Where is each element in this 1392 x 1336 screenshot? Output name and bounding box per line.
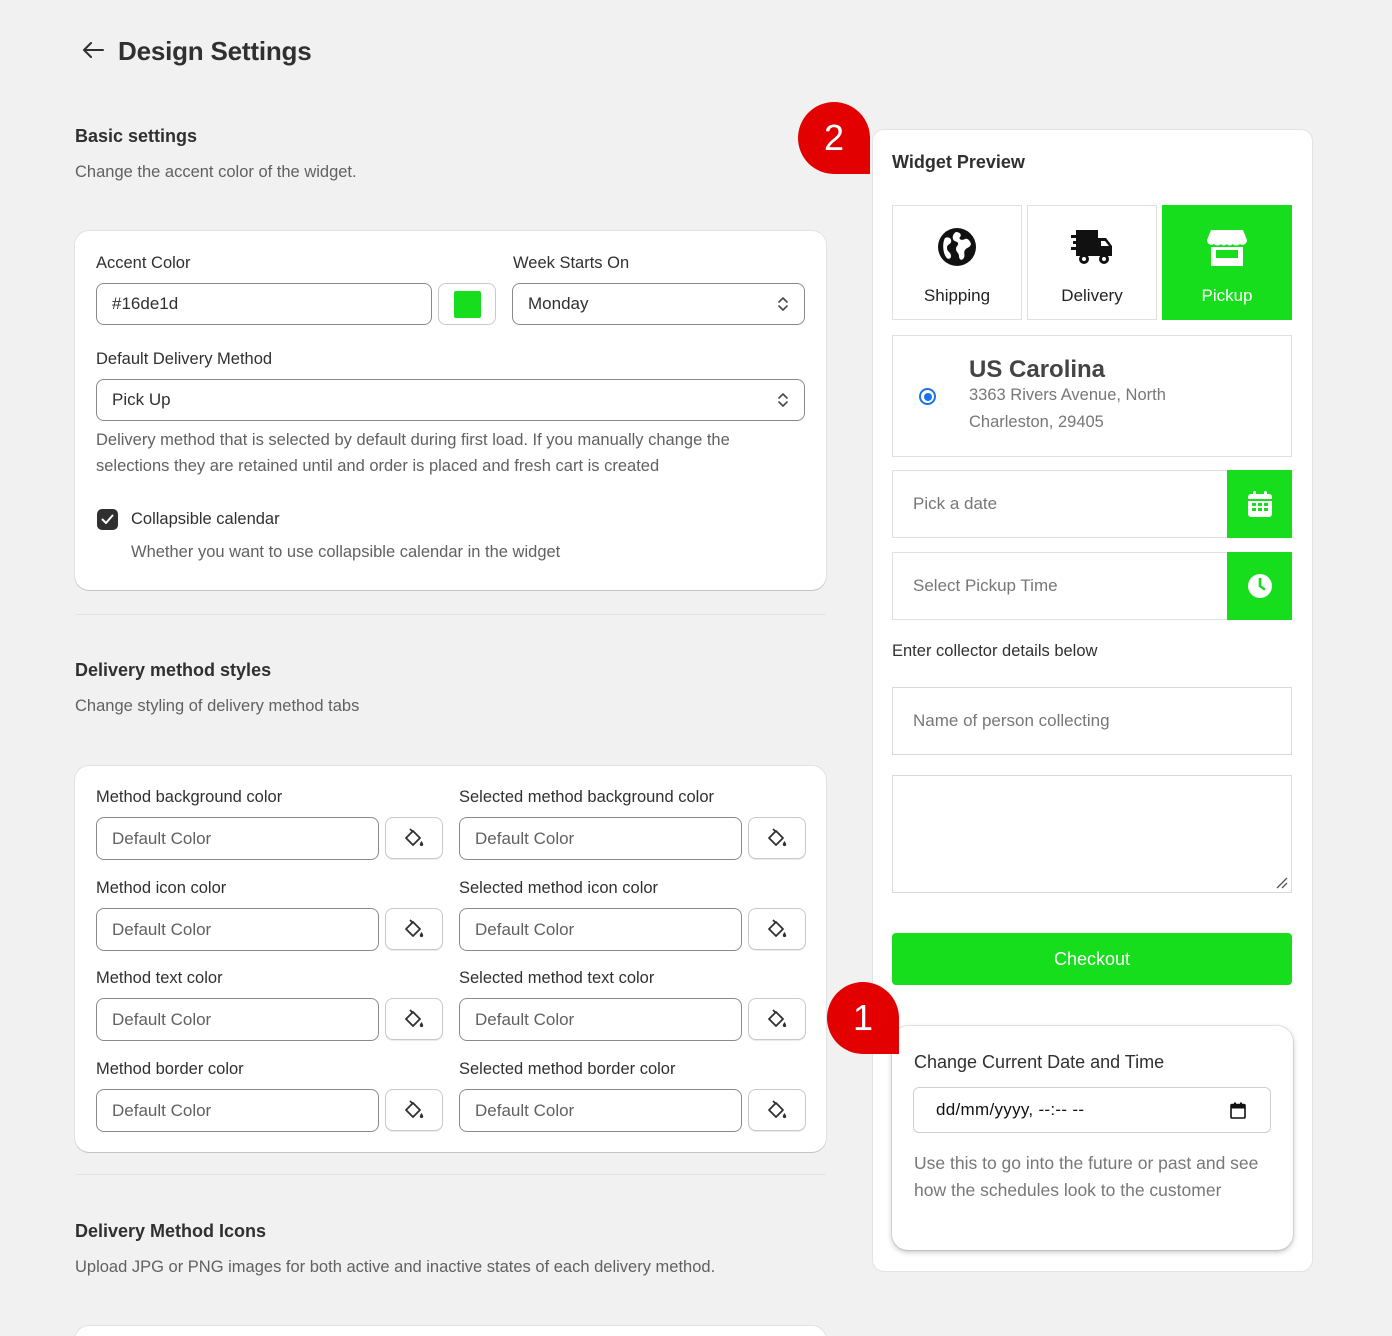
default-method-value: Pick Up (112, 390, 171, 409)
collapsible-calendar-label: Collapsible calendar (131, 510, 280, 528)
location-name: US Carolina (969, 356, 1106, 383)
collector-notes-textarea[interactable] (892, 775, 1292, 893)
change-datetime-title: Change Current Date and Time (914, 1052, 1165, 1072)
tab-delivery-label: Delivery (1061, 286, 1123, 305)
paint-bucket-icon (768, 828, 787, 847)
method-bg-color-picker-button[interactable] (385, 817, 443, 859)
calendar-icon[interactable] (1230, 1102, 1246, 1119)
selected-method-icon-color-input[interactable]: Default Color (459, 908, 742, 951)
selected-method-text-color-input[interactable]: Default Color (459, 998, 742, 1041)
paint-bucket-icon (405, 1009, 424, 1028)
delivery-styles-title: Delivery method styles (75, 660, 272, 680)
clock-button[interactable] (1227, 552, 1292, 620)
tab-delivery[interactable]: Delivery (1027, 205, 1157, 320)
paint-bucket-icon (405, 919, 424, 938)
selected-method-text-color-picker-button[interactable] (748, 998, 806, 1040)
truck-icon (1070, 226, 1114, 268)
selected-method-bg-color-label: Selected method background color (459, 788, 714, 806)
week-starts-select[interactable]: Monday (512, 283, 805, 325)
method-icon-color-label: Method icon color (96, 879, 227, 897)
selected-method-bg-color-input[interactable]: Default Color (459, 817, 742, 860)
location-address: 3363 Rivers Avenue, North Charleston, 29… (969, 386, 1166, 431)
section-divider (75, 614, 826, 615)
selected-method-border-color-input[interactable]: Default Color (459, 1089, 742, 1132)
collector-name-placeholder: Name of person collecting (913, 711, 1110, 730)
delivery-styles-description: Change styling of delivery method tabs (75, 697, 360, 715)
date-placeholder: Pick a date (913, 494, 998, 513)
method-icon-color-input[interactable]: Default Color (96, 908, 379, 951)
accent-color-swatch-button[interactable] (438, 283, 496, 325)
select-chevron-icon (778, 297, 788, 311)
method-text-color-input[interactable]: Default Color (96, 998, 379, 1041)
selected-method-border-color-picker-button[interactable] (748, 1089, 806, 1131)
method-border-color-picker-button[interactable] (385, 1089, 443, 1131)
paint-bucket-icon (768, 1100, 787, 1119)
paint-bucket-icon (768, 1009, 787, 1028)
selected-method-icon-color-picker-button[interactable] (748, 908, 806, 950)
section-divider (75, 1174, 826, 1175)
selected-method-icon-color-label: Selected method icon color (459, 879, 659, 897)
tab-shipping-label: Shipping (923, 286, 991, 305)
method-icons-card (75, 1326, 826, 1336)
week-starts-value: Monday (528, 294, 589, 313)
paint-bucket-icon (768, 919, 787, 938)
calendar-button[interactable] (1227, 470, 1292, 538)
page-title: Design Settings (118, 36, 312, 66)
globe-icon (936, 226, 978, 268)
basic-settings-title: Basic settings (75, 126, 198, 146)
default-method-select[interactable]: Pick Up (96, 379, 805, 421)
default-method-help: Delivery method that is selected by defa… (96, 431, 730, 475)
time-placeholder: Select Pickup Time (913, 576, 1058, 595)
method-icon-color-picker-button[interactable] (385, 908, 443, 950)
change-datetime-help: Use this to go into the future or past a… (914, 1153, 1259, 1200)
tab-pickup[interactable]: Pickup (1162, 205, 1292, 320)
paint-bucket-icon (405, 1100, 424, 1119)
tab-shipping[interactable]: Shipping (892, 205, 1022, 320)
badge-2-number: 2 (823, 117, 845, 158)
method-border-color-label: Method border color (96, 1060, 244, 1078)
paint-bucket-icon (405, 828, 424, 847)
method-icons-description: Upload JPG or PNG images for both active… (75, 1258, 716, 1276)
annotation-badge-1: 1 (827, 982, 899, 1054)
method-icons-title: Delivery Method Icons (75, 1221, 267, 1241)
selected-method-border-color-label: Selected method border color (459, 1060, 676, 1078)
checkout-button[interactable]: Checkout (892, 933, 1292, 985)
method-bg-color-label: Method background color (96, 788, 283, 806)
badge-1-number: 1 (852, 997, 874, 1038)
datetime-input-value: dd/mm/yyyy, --:-- -- (936, 1100, 1085, 1119)
week-starts-label: Week Starts On (513, 254, 630, 272)
store-icon (1206, 226, 1248, 268)
selected-method-bg-color-picker-button[interactable] (748, 817, 806, 859)
collapsible-calendar-checkbox[interactable] (97, 509, 118, 530)
collector-name-input[interactable]: Name of person collecting (892, 687, 1292, 755)
select-chevron-icon (778, 393, 788, 407)
location-radio[interactable] (919, 388, 936, 405)
accent-color-label: Accent Color (96, 254, 191, 272)
checkmark-icon (101, 514, 114, 524)
basic-settings-description: Change the accent color of the widget. (75, 163, 357, 181)
date-picker-field[interactable]: Pick a date (892, 470, 1292, 538)
selected-method-text-color-label: Selected method text color (459, 969, 655, 987)
widget-preview-title: Widget Preview (892, 152, 1025, 172)
method-border-color-input[interactable]: Default Color (96, 1089, 379, 1132)
collapsible-calendar-help: Whether you want to use collapsible cale… (131, 543, 561, 561)
tab-pickup-label: Pickup (1201, 286, 1253, 305)
calendar-icon (1247, 491, 1272, 517)
clock-icon (1247, 574, 1272, 598)
back-arrow-icon[interactable] (80, 36, 106, 64)
method-bg-color-input[interactable]: Default Color (96, 817, 379, 860)
datetime-input[interactable]: dd/mm/yyyy, --:-- -- (913, 1087, 1271, 1133)
default-method-label: Default Delivery Method (96, 350, 273, 368)
method-text-color-label: Method text color (96, 969, 223, 987)
collector-details-label: Enter collector details below (892, 642, 1098, 660)
annotation-badge-2: 2 (798, 102, 870, 174)
accent-color-swatch (453, 290, 481, 318)
method-text-color-picker-button[interactable] (385, 998, 443, 1040)
time-picker-field[interactable]: Select Pickup Time (892, 552, 1292, 620)
resize-handle-icon[interactable] (1274, 875, 1288, 889)
accent-color-input[interactable]: #16de1d (96, 283, 432, 325)
